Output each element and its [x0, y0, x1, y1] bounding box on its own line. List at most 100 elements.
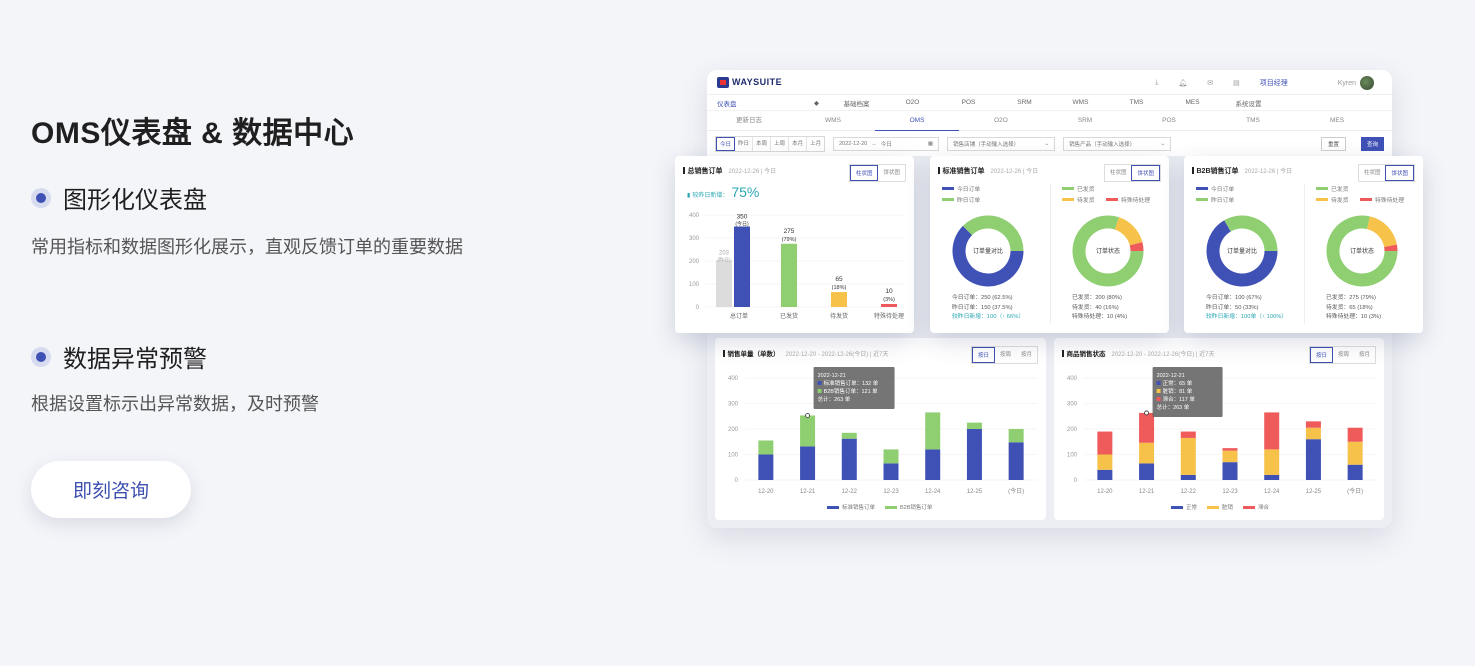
tooltip-line: 脏销：81 单	[1163, 387, 1193, 395]
y-tick-label: 100	[689, 282, 700, 288]
bar-segment	[841, 432, 857, 439]
sub-tabs: 更新日志 WMS OMS O2O SRM POS TMS MES	[707, 110, 1392, 131]
stat-line: 待发货：65 (18%)	[1326, 304, 1373, 311]
bar-segment	[1139, 463, 1155, 480]
legend-swatch	[1243, 506, 1255, 509]
filter-bar: 今日 昨日 本周 上周 本月 上月 2022-12-20 → 今日 ▦ 销售店铺…	[707, 130, 1392, 156]
consult-button[interactable]: 即刻咨询	[31, 461, 191, 518]
nav-item[interactable]: 基础档案	[829, 98, 885, 108]
bar-segment	[1264, 449, 1280, 475]
document-icon[interactable]: ▤	[1233, 79, 1240, 87]
tab-tms[interactable]: TMS	[1211, 111, 1295, 131]
tab-srm[interactable]: SRM	[1043, 111, 1127, 131]
stats-left: 今日订单：250 (62.5%) 昨日订单：150 (37.5%) 较昨日新增：…	[952, 294, 1024, 323]
y-tick-label: 400	[728, 376, 739, 382]
tab-o2o[interactable]: O2O	[959, 111, 1043, 131]
y-tick-label: 400	[689, 213, 700, 219]
tooltip-line: 2022-12-21	[818, 373, 846, 379]
data-label-sub: (今日)	[735, 221, 749, 228]
bar-segment	[1097, 431, 1113, 455]
period-option[interactable]: 本月	[789, 136, 808, 151]
tooltip-line: 正常：65 单	[1163, 379, 1193, 387]
period-option[interactable]: 今日	[716, 136, 736, 151]
data-label: 65	[835, 276, 843, 283]
period-option[interactable]: 上周	[771, 136, 790, 151]
bar-segment	[1347, 441, 1363, 465]
bar-segment	[883, 449, 899, 464]
nav-item[interactable]: SRM	[997, 99, 1053, 106]
tooltip-swatch	[1156, 389, 1161, 393]
total-orders-chart: 400 300 200 100 0 203(昨日) 350(今日) 总订单 275 (79%) 已发…	[689, 213, 905, 320]
nav-item[interactable]: WMS	[1053, 99, 1109, 106]
bar	[734, 226, 750, 307]
period-option[interactable]: 本周	[753, 136, 772, 151]
legend-swatch	[1207, 506, 1219, 509]
x-tick-label: 12-20	[1097, 489, 1113, 495]
x-tick-label: 12-24	[1264, 489, 1280, 495]
legend-label: 标准销售订单	[842, 503, 876, 511]
tooltip-swatch	[1156, 381, 1161, 385]
store-select[interactable]: 销售店铺（手动输入选择） ⌄	[947, 136, 1056, 151]
tooltip-point	[1144, 410, 1149, 416]
nav-item[interactable]: O2O	[885, 99, 941, 106]
header-actions: ⤓ 🔔︎ ✉︎ ▤ 项目经理 Kyren	[1155, 76, 1374, 90]
stat-line: 今日订单：250 (62.5%)	[952, 295, 1013, 301]
tooltip-swatch	[817, 381, 822, 385]
nav-home[interactable]: 仪表盘	[717, 98, 737, 108]
tooltip-line: B2B销售订单：121 单	[824, 387, 879, 395]
bar-segment	[1347, 464, 1363, 480]
period-option[interactable]: 昨日	[735, 136, 754, 151]
feature-title: 图形化仪表盘	[63, 187, 207, 214]
bar-segment	[1222, 450, 1238, 463]
project-manager-link[interactable]: 项目经理	[1260, 78, 1288, 88]
period-selector: 今日 昨日 本周 上周 本月 上月	[715, 135, 826, 152]
bell-icon[interactable]: 🔔︎	[1178, 79, 1187, 87]
avatar[interactable]	[1360, 76, 1374, 90]
date-range-picker[interactable]: 2022-12-20 → 今日 ▦	[833, 136, 940, 151]
tab-changelog[interactable]: 更新日志	[707, 111, 791, 131]
tab-pos[interactable]: POS	[1127, 111, 1211, 131]
reset-button[interactable]: 重置	[1320, 137, 1346, 151]
bullet-icon	[31, 346, 51, 367]
total-orders-card: 总销售订单 2022-12-26 | 今日 柱状图 饼状图 ▮ 较昨日新增： 75…	[675, 156, 914, 333]
product-select[interactable]: 销售产品（手动输入选择） ⌄	[1063, 136, 1172, 151]
mail-icon[interactable]: ✉︎	[1207, 79, 1213, 87]
nav-item[interactable]: TMS	[1109, 99, 1165, 106]
bar-segment	[925, 449, 941, 480]
tab-wms[interactable]: WMS	[791, 111, 875, 131]
y-tick-label: 100	[728, 453, 739, 459]
legend-swatch	[1171, 506, 1183, 509]
bar-segment	[1180, 431, 1196, 438]
bar	[881, 304, 897, 307]
brand-logo: WAYSUITE	[717, 76, 782, 88]
sales-volume-chart: 400 300 200 100 0 12-20 12-21 12-22 12-23 12-24 12…	[728, 367, 1037, 511]
store-placeholder: 销售店铺（手动输入选择）	[953, 141, 1020, 148]
nav-item[interactable]: MES	[1165, 99, 1221, 106]
x-tick-label: 待发货	[830, 312, 848, 320]
tab-mes[interactable]: MES	[1295, 111, 1379, 131]
feature-title: 数据异常预警	[63, 346, 207, 373]
bar-segment	[1008, 442, 1024, 480]
sales-volume-card: 销售单量（单数） 2022-12-20 - 2022-12-26(今日) | 近7…	[715, 338, 1046, 520]
data-label: 275	[784, 228, 795, 235]
app-header: WAYSUITE ⤓ 🔔︎ ✉︎ ▤ 项目经理 Kyren	[707, 70, 1392, 94]
x-tick-label: 12-23	[1222, 489, 1238, 495]
nav-item[interactable]: 系统设置	[1221, 98, 1277, 108]
nav-item[interactable]: POS	[941, 99, 997, 106]
bar-segment	[883, 463, 899, 480]
y-tick-label: 400	[1067, 376, 1078, 382]
user-name[interactable]: Kyren	[1338, 80, 1356, 87]
tab-oms[interactable]: OMS	[875, 111, 959, 131]
stat-line: 较昨日新增：100（↑ 66%）	[952, 314, 1025, 320]
period-option[interactable]: 上月	[807, 137, 824, 151]
bar	[831, 292, 847, 307]
query-button[interactable]: 查询	[1360, 137, 1384, 151]
download-icon[interactable]: ⤓	[1155, 79, 1158, 87]
y-tick-label: 300	[728, 402, 739, 408]
legend-label: B2B销售订单	[900, 503, 933, 511]
feature-description: 根据设置标示出异常数据，及时预警	[31, 394, 319, 414]
x-tick-label: (今日)	[1347, 487, 1363, 495]
data-label: 350	[737, 214, 748, 221]
x-tick-label: 12-20	[758, 489, 774, 495]
menu-icon[interactable]: ◆	[805, 99, 829, 107]
